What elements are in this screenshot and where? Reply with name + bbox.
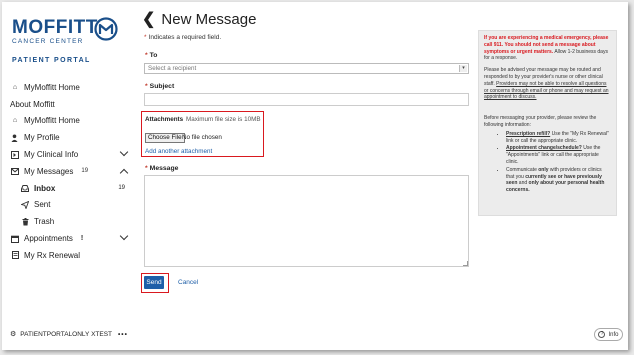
send-button[interactable]: Send: [144, 276, 164, 289]
appointment-heading: Appointment change/schedule?: [506, 145, 582, 152]
home-icon: ⌂: [12, 83, 18, 91]
sidebar-item-label: Sent: [34, 200, 51, 210]
send-icon: [20, 200, 30, 209]
sidebar-item-mymoffitt-home-top[interactable]: ⌂ MyMoffitt Home: [2, 79, 135, 96]
send-highlight: Send: [141, 273, 169, 293]
settings-gear-icon: ⚙: [10, 331, 17, 338]
list-item: Appointment change/schedule? Use the "Ap…: [506, 145, 611, 165]
guidance-panel: If you are experiencing a medical emerge…: [478, 30, 617, 216]
required-field-note: * Indicates a required field.: [144, 34, 221, 41]
to-label-text: To: [149, 52, 158, 59]
inbox-icon: [20, 184, 30, 192]
no-file-chosen-text: No file chosen: [182, 134, 222, 141]
home-icon: ⌂: [12, 117, 18, 125]
sidebar-item-label: MyMoffitt Home: [24, 82, 80, 92]
page-title: ❮ New Message: [142, 9, 256, 29]
recipient-select[interactable]: Select a recipient ▾: [144, 63, 469, 74]
sidebar-item-my-clinical-info[interactable]: My Clinical Info: [2, 146, 135, 163]
sidebar-item-sent[interactable]: Sent: [2, 197, 135, 214]
question-icon: ?: [598, 331, 606, 338]
info-button[interactable]: ? Info: [594, 328, 623, 341]
user-name: PATIENTPORTALONLY XTEST: [20, 330, 113, 338]
required-asterisk: *: [145, 165, 148, 172]
main-content: ❮ New Message * Indicates a required fiel…: [141, 2, 472, 350]
sidebar-item-about-moffitt[interactable]: About Moffitt: [2, 96, 135, 113]
app-window: MOFFITT CANCER CENTER PATIENT PORTAL ⌂ M…: [2, 2, 628, 350]
list-item: Communicate only with providers or clini…: [506, 167, 611, 194]
choose-file-button[interactable]: Choose File: [145, 133, 185, 143]
sidebar-item-label: Inbox: [34, 183, 56, 193]
user-account-bar[interactable]: ⚙ PATIENTPORTALONLY XTEST •••: [10, 330, 128, 339]
sidebar-item-label: Trash: [34, 217, 55, 227]
attachments-label: Attachments: [145, 116, 184, 123]
chevron-down-icon[interactable]: [119, 147, 129, 157]
attachments-section: Attachments Maximum file size is 10MB Ch…: [141, 111, 264, 157]
sidebar-item-label: My Rx Renewal: [24, 250, 81, 260]
logo-portal-label: PATIENT PORTAL: [12, 57, 91, 64]
rx-refill-heading: Prescription refill?: [506, 130, 551, 137]
required-asterisk: *: [145, 83, 148, 90]
envelope-icon: [10, 167, 20, 175]
sidebar-item-label: MyMoffitt Home: [24, 116, 80, 126]
list-item: Prescription refill? Use the "My Rx Rene…: [506, 131, 611, 145]
logo-m-icon: [94, 17, 118, 41]
only-text: only: [538, 166, 549, 173]
chevron-up-icon[interactable]: [119, 168, 129, 178]
communicate-text: Communicate: [506, 166, 537, 173]
subject-label-text: Subject: [149, 83, 175, 90]
advisory-underlined: Providers may not be able to resolve all…: [484, 80, 609, 101]
sidebar-item-mymoffitt-home[interactable]: ⌂ MyMoffitt Home: [2, 113, 135, 130]
unread-count-badge: 19: [81, 168, 89, 175]
recipient-placeholder: Select a recipient: [148, 65, 197, 72]
sidebar-nav: ⌂ MyMoffitt Home About Moffitt ⌂ MyMoffi…: [2, 79, 135, 264]
sidebar: MOFFITT CANCER CENTER PATIENT PORTAL ⌂ M…: [2, 2, 135, 350]
required-asterisk: *: [145, 52, 148, 59]
back-chevron-icon[interactable]: ❮: [142, 9, 155, 29]
sidebar-item-label: My Clinical Info: [24, 150, 79, 160]
alert-indicator: !: [80, 235, 84, 243]
sidebar-item-trash[interactable]: Trash: [2, 213, 135, 230]
message-textarea[interactable]: [144, 175, 469, 267]
sidebar-item-my-rx-renewal[interactable]: My Rx Renewal: [2, 247, 135, 264]
subject-input[interactable]: [144, 93, 469, 106]
inbox-count: 19: [118, 185, 125, 192]
sidebar-item-inbox[interactable]: Inbox 19: [2, 180, 135, 197]
subject-label: * Subject: [145, 83, 174, 90]
user-icon: [10, 134, 20, 142]
cancel-link[interactable]: Cancel: [178, 279, 198, 286]
moffitt-logo[interactable]: MOFFITT CANCER CENTER PATIENT PORTAL: [12, 17, 132, 64]
page-title-text: New Message: [161, 10, 257, 28]
before-messaging-text: Before messaging your provider, please r…: [484, 115, 597, 128]
guidance-list: Prescription refill? Use the "My Rx Rene…: [484, 131, 611, 194]
sidebar-item-label: About Moffitt: [10, 99, 55, 109]
dropdown-arrow-icon[interactable]: ▾: [459, 65, 467, 72]
required-asterisk: *: [144, 34, 147, 41]
sidebar-item-label: My Messages: [24, 166, 74, 176]
info-button-label: Info: [608, 331, 619, 338]
more-options-icon[interactable]: •••: [118, 331, 128, 338]
sidebar-item-label: Appointments: [24, 234, 73, 244]
message-label: * Message: [145, 165, 178, 172]
sidebar-item-my-profile[interactable]: My Profile: [2, 129, 135, 146]
and-text: and: [518, 180, 528, 187]
emergency-alert: If you are experiencing a medical emerge…: [484, 35, 611, 62]
sidebar-item-my-messages[interactable]: My Messages 19: [2, 163, 135, 180]
attachments-max-size: Maximum file size is 10MB: [186, 116, 261, 123]
add-another-attachment-link[interactable]: Add another attachment: [145, 148, 212, 155]
message-label-text: Message: [149, 165, 179, 172]
advisory-text: Please be advised your message may be ro…: [484, 67, 611, 101]
chevron-down-icon[interactable]: [119, 231, 129, 241]
resize-handle-icon[interactable]: [463, 261, 468, 266]
clinical-info-icon: [10, 150, 20, 159]
calendar-icon: [10, 235, 20, 243]
trash-icon: [20, 217, 30, 226]
sidebar-item-label: My Profile: [24, 133, 60, 143]
to-label: * To: [145, 52, 157, 59]
rx-icon: [10, 251, 20, 260]
sidebar-item-appointments[interactable]: Appointments !: [2, 230, 135, 247]
required-note-text: Indicates a required field.: [148, 34, 222, 41]
